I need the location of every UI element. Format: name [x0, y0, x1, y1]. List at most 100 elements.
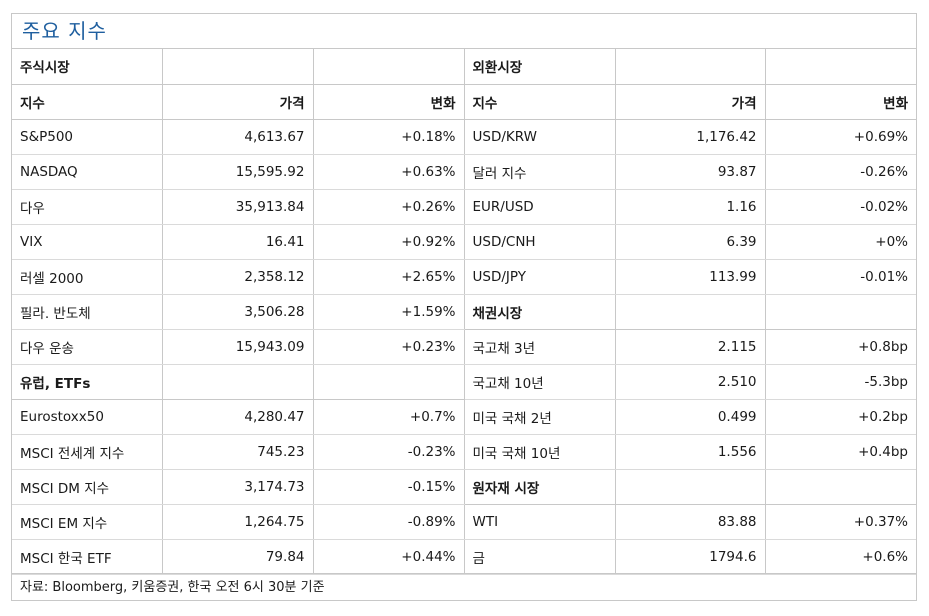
blank-cell — [313, 49, 465, 85]
index-name-cell: 금 — [464, 539, 616, 575]
price-cell: 1,176.42 — [615, 119, 766, 155]
indices-panel: 주요 지수 주식시장 외환시장 지수 가격 변화 지수 가격 변화 S&P500… — [11, 13, 917, 601]
price-cell: 15,595.92 — [162, 154, 314, 190]
change-cell: -0.23% — [313, 434, 465, 470]
price-cell: 2,358.12 — [162, 259, 314, 295]
col-header-change-left: 변화 — [313, 84, 465, 120]
price-cell: 83.88 — [615, 504, 766, 540]
change-cell: +1.59% — [313, 294, 465, 330]
change-cell: +0.8bp — [765, 329, 916, 365]
change-cell: +0.26% — [313, 189, 465, 225]
index-name-cell: NASDAQ — [12, 154, 163, 190]
price-cell: 2.115 — [615, 329, 766, 365]
blank-cell — [615, 49, 766, 85]
price-cell: 1,264.75 — [162, 504, 314, 540]
blank-cell — [615, 469, 766, 505]
table-row: 필라. 반도체 3,506.28 +1.59% 채권시장 — [12, 294, 916, 330]
change-cell: +0.92% — [313, 224, 465, 260]
change-cell: +0.63% — [313, 154, 465, 190]
table-row: NASDAQ 15,595.92 +0.63% 달러 지수 93.87 -0.26% — [12, 154, 916, 190]
col-header-index-right: 지수 — [464, 84, 616, 120]
table-row: 유럽, ETFs 국고채 10년 2.510 -5.3bp — [12, 364, 916, 400]
indices-table: 주식시장 외환시장 지수 가격 변화 지수 가격 변화 S&P500 4,613.… — [12, 49, 916, 575]
index-name-cell: MSCI DM 지수 — [12, 469, 163, 505]
section-label-fx: 외환시장 — [464, 49, 616, 85]
table-row: MSCI EM 지수 1,264.75 -0.89% WTI 83.88 +0.37% — [12, 504, 916, 540]
price-cell: 6.39 — [615, 224, 766, 260]
index-name-cell: 다우 — [12, 189, 163, 225]
blank-cell — [162, 364, 314, 400]
table-row: MSCI 한국 ETF 79.84 +0.44% 금 1794.6 +0.6% — [12, 539, 916, 575]
blank-cell — [162, 49, 314, 85]
table-row: VIX 16.41 +0.92% USD/CNH 6.39 +0% — [12, 224, 916, 260]
change-cell: +0.6% — [765, 539, 916, 575]
index-name-cell: USD/KRW — [464, 119, 616, 155]
price-cell: 35,913.84 — [162, 189, 314, 225]
change-cell: -0.02% — [765, 189, 916, 225]
price-cell: 1.556 — [615, 434, 766, 470]
index-name-cell: 필라. 반도체 — [12, 294, 163, 330]
change-cell: +0.18% — [313, 119, 465, 155]
index-name-cell: MSCI 전세계 지수 — [12, 434, 163, 470]
index-name-cell: Eurostoxx50 — [12, 399, 163, 435]
change-cell: +0.4bp — [765, 434, 916, 470]
index-name-cell: MSCI 한국 ETF — [12, 539, 163, 575]
blank-cell — [765, 49, 916, 85]
table-row: S&P500 4,613.67 +0.18% USD/KRW 1,176.42 +0.69… — [12, 119, 916, 155]
price-cell: 3,174.73 — [162, 469, 314, 505]
price-cell: 15,943.09 — [162, 329, 314, 365]
table-row: MSCI DM 지수 3,174.73 -0.15% 원자재 시장 — [12, 469, 916, 505]
price-cell: 3,506.28 — [162, 294, 314, 330]
change-cell: -0.89% — [313, 504, 465, 540]
header-row: 지수 가격 변화 지수 가격 변화 — [12, 84, 916, 120]
index-name-cell: 미국 국채 10년 — [464, 434, 616, 470]
price-cell: 113.99 — [615, 259, 766, 295]
section-label-bond: 채권시장 — [464, 294, 616, 330]
change-cell: -0.01% — [765, 259, 916, 295]
index-name-cell: 달러 지수 — [464, 154, 616, 190]
price-cell: 2.510 — [615, 364, 766, 400]
price-cell: 1794.6 — [615, 539, 766, 575]
col-header-price-left: 가격 — [162, 84, 314, 120]
change-cell: +0.44% — [313, 539, 465, 575]
blank-cell — [765, 469, 916, 505]
price-cell: 93.87 — [615, 154, 766, 190]
price-cell: 4,613.67 — [162, 119, 314, 155]
section-label-stock: 주식시장 — [12, 49, 163, 85]
change-cell: -5.3bp — [765, 364, 916, 400]
change-cell: +2.65% — [313, 259, 465, 295]
source-footnote: 자료: Bloomberg, 키움증권, 한국 오전 6시 30분 기준 — [12, 573, 916, 600]
index-name-cell: 러셀 2000 — [12, 259, 163, 295]
price-cell: 4,280.47 — [162, 399, 314, 435]
col-header-change-right: 변화 — [765, 84, 916, 120]
blank-cell — [615, 294, 766, 330]
index-name-cell: MSCI EM 지수 — [12, 504, 163, 540]
section-row: 주식시장 외환시장 — [12, 49, 916, 85]
blank-cell — [765, 294, 916, 330]
change-cell: +0.7% — [313, 399, 465, 435]
price-cell: 0.499 — [615, 399, 766, 435]
index-name-cell: USD/JPY — [464, 259, 616, 295]
section-label-commodity: 원자재 시장 — [464, 469, 616, 505]
change-cell: +0.2bp — [765, 399, 916, 435]
blank-cell — [313, 364, 465, 400]
change-cell: -0.26% — [765, 154, 916, 190]
col-header-price-right: 가격 — [615, 84, 766, 120]
table-row: 다우 35,913.84 +0.26% EUR/USD 1.16 -0.02% — [12, 189, 916, 225]
table-row: Eurostoxx50 4,280.47 +0.7% 미국 국채 2년 0.499 +0.… — [12, 399, 916, 435]
price-cell: 1.16 — [615, 189, 766, 225]
change-cell: +0.69% — [765, 119, 916, 155]
price-cell: 79.84 — [162, 539, 314, 575]
section-label-europe: 유럽, ETFs — [12, 364, 163, 400]
index-name-cell: 다우 운송 — [12, 329, 163, 365]
index-name-cell: WTI — [464, 504, 616, 540]
table-row: 러셀 2000 2,358.12 +2.65% USD/JPY 113.99 -0.01% — [12, 259, 916, 295]
col-header-index-left: 지수 — [12, 84, 163, 120]
index-name-cell: VIX — [12, 224, 163, 260]
index-name-cell: 국고채 3년 — [464, 329, 616, 365]
index-name-cell: S&P500 — [12, 119, 163, 155]
change-cell: +0.23% — [313, 329, 465, 365]
index-name-cell: 국고채 10년 — [464, 364, 616, 400]
table-row: 다우 운송 15,943.09 +0.23% 국고채 3년 2.115 +0.8bp — [12, 329, 916, 365]
index-name-cell: EUR/USD — [464, 189, 616, 225]
